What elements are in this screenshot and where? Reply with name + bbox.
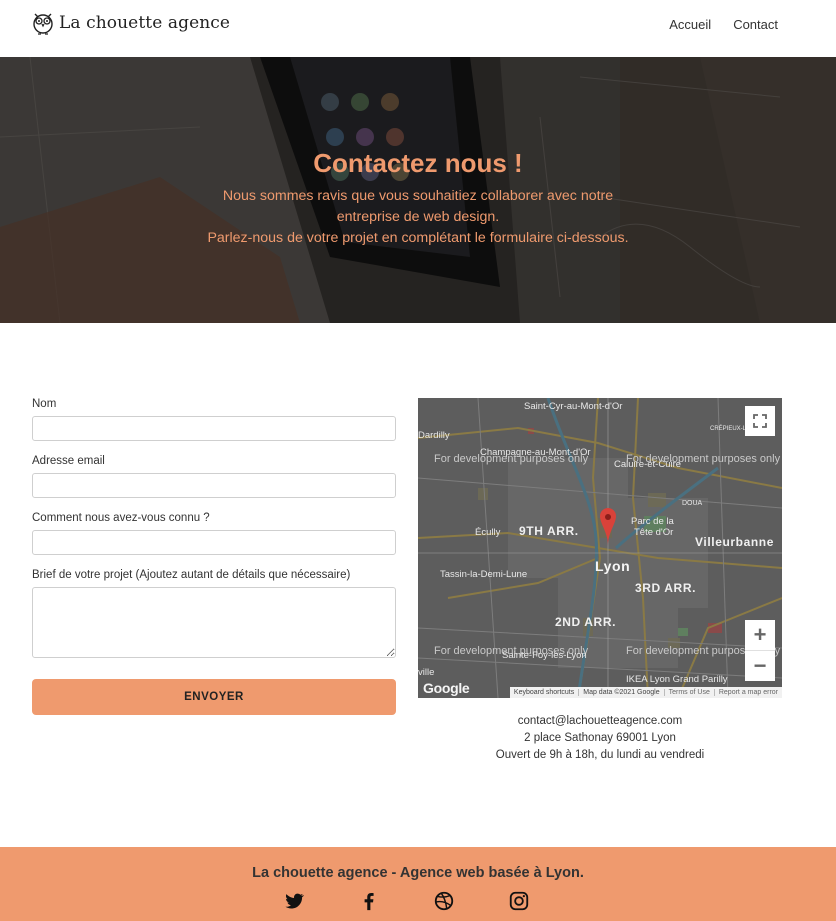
contact-form: Nom Adresse email Comment nous avez-vous… bbox=[32, 398, 396, 658]
fullscreen-icon bbox=[753, 414, 767, 428]
hero-line: Parlez-nous de votre projet en complétan… bbox=[207, 230, 629, 246]
submit-button[interactable]: ENVOYER bbox=[32, 679, 396, 715]
dribbble-link[interactable] bbox=[433, 890, 455, 912]
keyboard-shortcuts-link[interactable]: Keyboard shortcuts bbox=[510, 689, 578, 696]
map-label: CRÉPIEUX-LA bbox=[710, 426, 751, 432]
map-label: 3RD ARR. bbox=[635, 581, 697, 595]
map-embed[interactable]: Saint-Cyr-au-Mont-d'Or Dardilly Champagn… bbox=[418, 398, 782, 698]
map-label: IKEA Lyon Grand Parilly bbox=[626, 674, 728, 685]
map-fullscreen-button[interactable] bbox=[745, 406, 775, 436]
map-label: Tête d'Or bbox=[634, 527, 674, 538]
owl-logo-icon bbox=[33, 13, 53, 35]
instagram-icon bbox=[509, 891, 529, 911]
map-label: Dardilly bbox=[418, 430, 450, 441]
map-dev-notice: For development purposes only bbox=[434, 453, 589, 465]
hero-line: Nous sommes ravis que vous souhaitiez co… bbox=[222, 188, 614, 204]
contact-address: 2 place Sathonay 69001 Lyon bbox=[524, 732, 676, 744]
instagram-link[interactable] bbox=[508, 890, 530, 912]
source-label: Comment nous avez-vous connu ? bbox=[32, 512, 210, 524]
map-zoom-out-button[interactable]: − bbox=[745, 650, 775, 681]
brand[interactable]: La chouette agence bbox=[32, 10, 230, 36]
map-label: Saint-Cyr-au-Mont-d'Or bbox=[524, 401, 623, 412]
contact-details: contact@lachouetteagence.com 2 place Sat… bbox=[418, 713, 782, 764]
source-input[interactable] bbox=[32, 530, 396, 555]
map-label: Sainte-Foy-lès-Lyon bbox=[502, 650, 587, 661]
facebook-link[interactable] bbox=[358, 890, 380, 912]
map-data-credit: Map data ©2021 Google bbox=[578, 689, 663, 696]
contact-hours: Ouvert de 9h à 18h, du lundi au vendredi bbox=[495, 749, 705, 761]
map-label: ville bbox=[418, 667, 435, 678]
brief-label: Brief de votre projet (Ajoutez autant de… bbox=[32, 569, 351, 581]
main-nav: Accueil Contact bbox=[669, 17, 778, 32]
map-label: Lyon bbox=[595, 558, 631, 574]
hero-title: Contactez nous ! bbox=[313, 148, 523, 178]
google-logo: Google bbox=[423, 680, 470, 696]
dribbble-icon bbox=[434, 891, 454, 911]
brief-textarea[interactable] bbox=[32, 587, 396, 658]
terms-link[interactable]: Terms of Use bbox=[663, 689, 714, 696]
contact-email[interactable]: contact@lachouetteagence.com bbox=[418, 713, 782, 730]
brand-name: La chouette agence bbox=[59, 13, 231, 33]
report-error-link[interactable]: Report a map error bbox=[713, 689, 782, 696]
footer-tagline: La chouette agence - Agence web basée à … bbox=[252, 865, 584, 881]
facebook-icon bbox=[364, 893, 374, 911]
map-label: Villeurbanne bbox=[695, 535, 775, 549]
hero-banner: Contactez nous ! Nous sommes ravis que v… bbox=[0, 57, 836, 323]
hero-intro: Nous sommes ravis que vous souhaitiez co… bbox=[150, 186, 686, 249]
map-label: Tassin-la-Demi-Lune bbox=[440, 569, 528, 580]
map-label: DOUA bbox=[682, 500, 703, 507]
hero-line: entreprise de web design. bbox=[336, 209, 500, 225]
twitter-link[interactable] bbox=[283, 890, 305, 912]
map-zoom-in-button[interactable]: + bbox=[745, 620, 775, 650]
name-input[interactable] bbox=[32, 416, 396, 441]
twitter-icon bbox=[285, 893, 305, 909]
social-links bbox=[0, 890, 836, 912]
nav-accueil[interactable]: Accueil bbox=[669, 17, 711, 32]
nav-contact[interactable]: Contact bbox=[733, 17, 778, 32]
map-label: 2ND ARR. bbox=[555, 615, 617, 629]
site-footer: La chouette agence - Agence web basée à … bbox=[0, 847, 836, 921]
map-label: Parc de la bbox=[631, 516, 674, 527]
site-header: La chouette agence Accueil Contact bbox=[0, 0, 836, 57]
email-label: Adresse email bbox=[32, 455, 105, 467]
map-label: 9TH ARR. bbox=[519, 524, 579, 538]
map-attribution: Keyboard shortcuts Map data ©2021 Google… bbox=[509, 687, 782, 698]
map-label: Écully bbox=[475, 527, 501, 538]
email-input[interactable] bbox=[32, 473, 396, 498]
name-label: Nom bbox=[32, 398, 57, 410]
map-dev-notice: For development purposes only bbox=[626, 453, 781, 465]
